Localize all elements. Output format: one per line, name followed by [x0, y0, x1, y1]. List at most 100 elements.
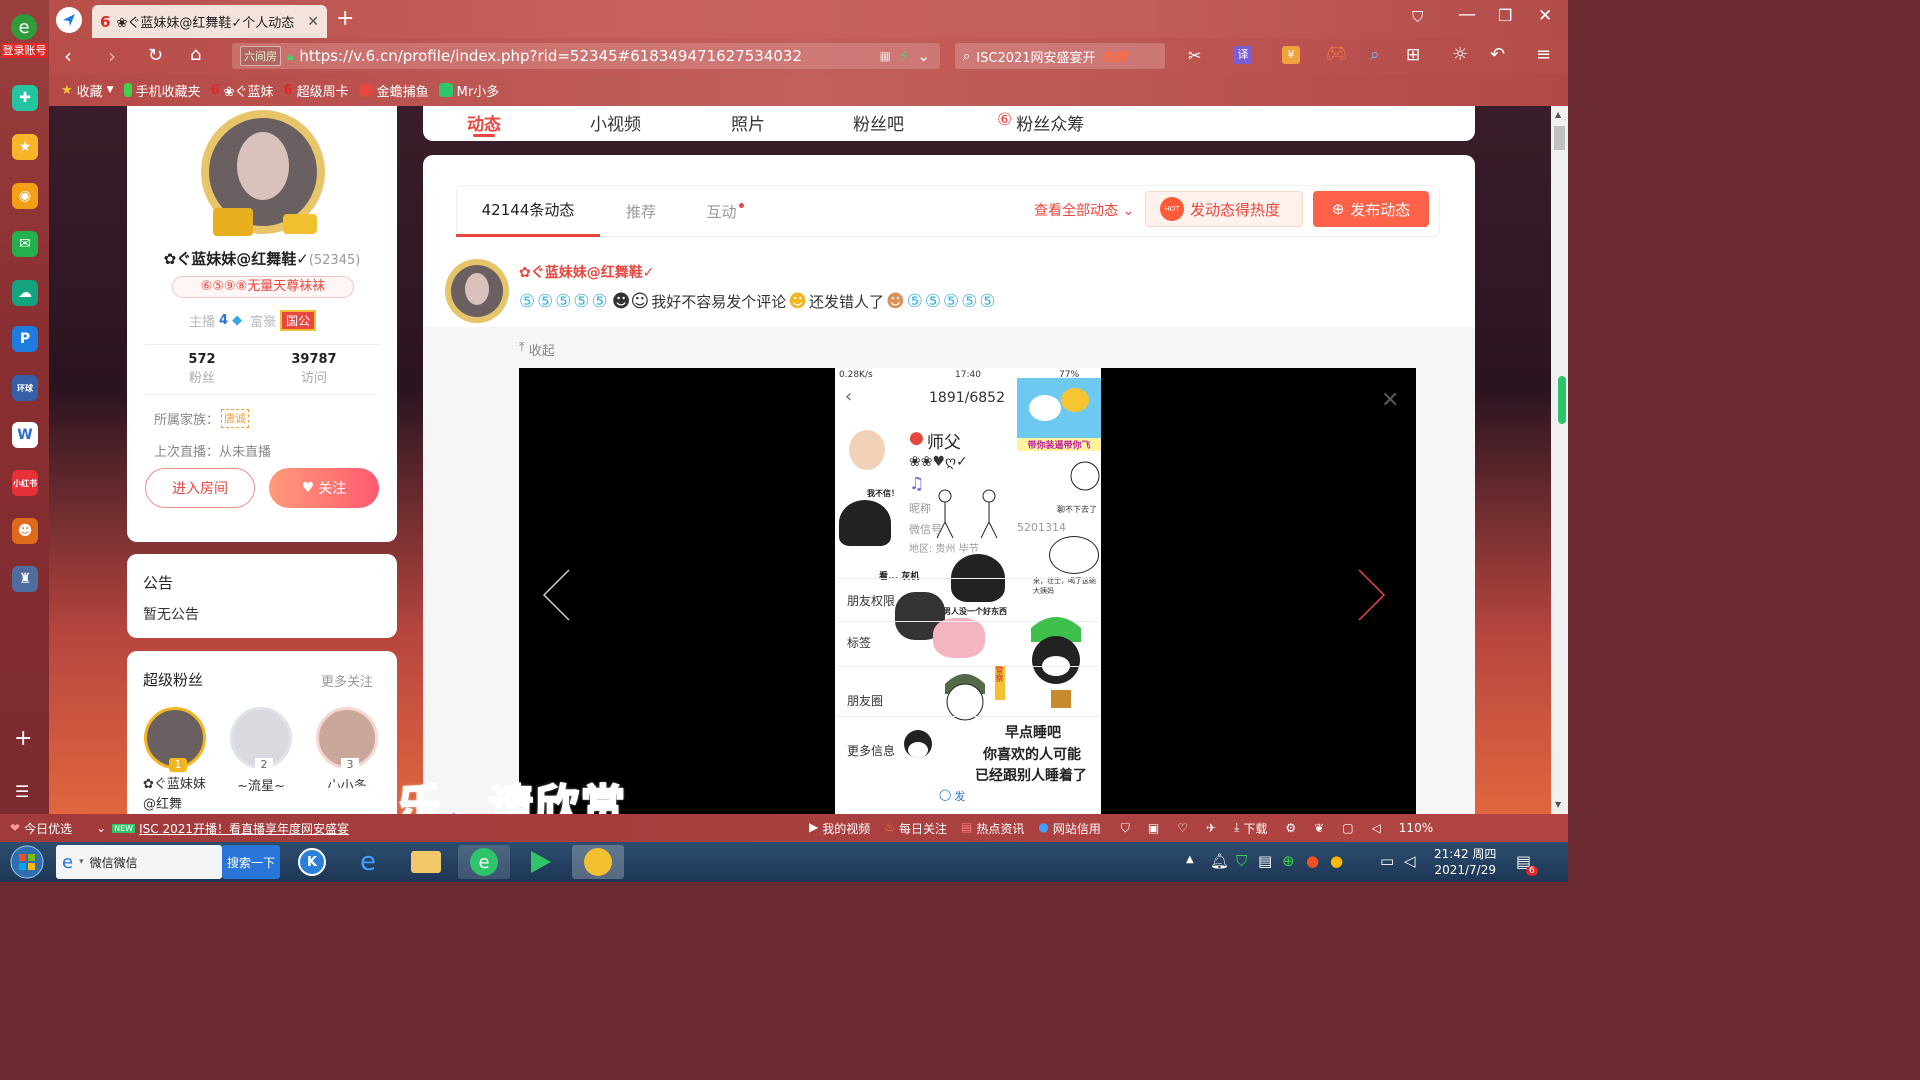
shop-icon[interactable]: 小红书	[12, 470, 38, 496]
back-button[interactable]: ‹	[64, 44, 72, 68]
today-picks[interactable]: 今日优选	[24, 820, 72, 837]
cloud-icon[interactable]: ☁	[12, 280, 38, 306]
taskbar-ie-icon[interactable]: e	[344, 845, 392, 879]
status-download[interactable]: ⤓ 下载	[1234, 820, 1267, 837]
fan-item[interactable]: 2 ~流星~	[229, 707, 293, 794]
fan-item[interactable]: 1 ✿ぐ蓝妹妹@红舞	[143, 707, 207, 814]
tab-crowdfunding[interactable]: ⑥ 粉丝众筹	[997, 110, 1084, 135]
tray-doc-icon[interactable]: ▤	[1258, 852, 1272, 870]
post-author[interactable]: ✿ぐ蓝妹妹@红舞鞋✓	[519, 262, 654, 282]
favorites-item[interactable]: 6 ❀ぐ蓝妹	[211, 81, 274, 100]
tab-photos[interactable]: 照片	[731, 110, 765, 135]
enter-room-button[interactable]: 进入房间	[145, 468, 255, 508]
game-app-icon[interactable]: 环球	[12, 375, 38, 401]
castle-icon[interactable]: ♜	[12, 566, 38, 592]
favorites-item[interactable]: 金蟾捕鱼	[358, 81, 429, 100]
taskbar-chat-icon[interactable]	[572, 845, 624, 879]
tray-expand-icon[interactable]: ▲	[1186, 854, 1194, 865]
game-icon[interactable]: ☻	[12, 518, 38, 544]
new-tab-button[interactable]: +	[336, 6, 354, 31]
volume-icon[interactable]: ◁	[1372, 821, 1381, 835]
qr-icon[interactable]: ▦	[880, 49, 891, 63]
hot-search-badge[interactable]: 热搜	[1102, 48, 1126, 65]
pin-icon[interactable]: ✈	[1206, 821, 1216, 835]
status-site-credit[interactable]: ● 网站信用	[1038, 820, 1101, 837]
close-tab-icon[interactable]: ✕	[307, 14, 319, 30]
url-text[interactable]: https://v.6.cn/profile/index.php?rid=523…	[299, 47, 802, 65]
forward-button[interactable]: ›	[108, 44, 116, 68]
chevron-down-icon[interactable]: ⌄	[96, 821, 106, 835]
phone-screenshot[interactable]: 0.28K/s 17:40 77% ‹ 1891/6852 带你装逼带你飞 ● 师…	[835, 368, 1101, 814]
gamepad-icon[interactable]: 🎮︎	[1326, 44, 1348, 64]
favorites-item[interactable]: ★ 收藏 ▼	[61, 81, 114, 100]
restore-button[interactable]: ❐	[1498, 6, 1512, 25]
boost-button[interactable]: HOT 发动态得热度	[1145, 191, 1303, 227]
p-app-icon[interactable]: P	[12, 326, 38, 352]
translate-icon[interactable]: 译	[1234, 46, 1252, 64]
navigation-icon[interactable]	[56, 7, 82, 33]
follow-button[interactable]: ♥ 关注	[269, 468, 379, 508]
star-icon[interactable]: ★	[12, 134, 38, 160]
page-scrollbar[interactable]: ▲ ▼	[1551, 106, 1568, 814]
leaf-icon[interactable]: ❦	[1314, 821, 1324, 835]
view-all-dynamics[interactable]: 查看全部动态 ⌄	[1034, 200, 1134, 220]
taskbar-app-k[interactable]: K	[288, 845, 336, 879]
tray-shield-icon[interactable]: ⛉	[1236, 852, 1247, 870]
menu-icon[interactable]: ≡	[1536, 44, 1551, 65]
home-button[interactable]: ⌂	[190, 44, 201, 65]
window-icon[interactable]: ▢	[1342, 821, 1353, 835]
tab-current[interactable]: 6 ❀ぐ蓝妹妹@红舞鞋✓个人动态 ✕	[92, 5, 327, 38]
more-follows-link[interactable]: 更多关注	[321, 671, 373, 690]
settings-icon[interactable]: ⚙	[1285, 821, 1296, 835]
side-handle[interactable]	[1558, 376, 1566, 424]
plus-app-icon[interactable]: ✚	[12, 85, 38, 111]
image-icon[interactable]: ▣	[1148, 821, 1159, 835]
tab-recommend[interactable]: 推荐	[600, 185, 682, 237]
status-hot-news[interactable]: ▤ 热点资讯	[961, 820, 1024, 837]
post-avatar[interactable]	[445, 259, 509, 323]
tab-dynamics[interactable]: 动态	[467, 110, 501, 135]
shirt-icon[interactable]: ⛉	[1412, 8, 1423, 26]
shield-icon[interactable]: ⛉	[1121, 821, 1130, 836]
favorites-item[interactable]: 手机收藏夹	[123, 81, 201, 100]
collapse-button[interactable]: ⤒ 收起	[519, 340, 555, 359]
taskbar-folder-icon[interactable]	[402, 845, 450, 879]
tray-volume-icon[interactable]: ◁	[1404, 852, 1416, 870]
family-badge[interactable]: 唐诚	[221, 409, 250, 428]
tray-qq2-icon[interactable]: ●	[1330, 852, 1343, 870]
tab-short-video[interactable]: 小视频	[590, 110, 641, 135]
add-icon[interactable]: +	[14, 726, 32, 751]
favorites-item[interactable]: 6 超级周卡	[284, 81, 349, 100]
refresh-button[interactable]: ↻	[148, 45, 163, 66]
clock[interactable]: 21:42 周四 2021/7/29	[1434, 846, 1496, 878]
tray-plus-icon[interactable]: ⊕	[1282, 852, 1295, 870]
address-bar[interactable]: 六间房 🔒︎ https://v.6.cn/profile/index.php?…	[232, 43, 940, 69]
tab-interact[interactable]: 互动	[684, 185, 766, 237]
tab-fan-bar[interactable]: 粉丝吧	[853, 110, 904, 135]
next-arrow-icon[interactable]	[1357, 568, 1387, 626]
search-box[interactable]: ⌕ ISC2021网安盛宴开 热搜	[955, 43, 1165, 69]
tab-all-dynamics[interactable]: 42144条动态	[456, 185, 600, 237]
close-icon[interactable]: ✕	[1381, 388, 1399, 413]
word-icon[interactable]: W	[12, 422, 38, 448]
zoom-level[interactable]: 110%	[1399, 821, 1433, 835]
mail-icon[interactable]: ✉	[12, 231, 38, 257]
browser-logo-icon[interactable]: e	[6, 12, 42, 42]
lightning-icon[interactable]: ⚡	[899, 47, 910, 65]
taskbar-browser-icon[interactable]: e	[458, 845, 510, 879]
minimize-button[interactable]: —	[1458, 4, 1476, 25]
scroll-thumb[interactable]	[1554, 126, 1565, 150]
favorites-item[interactable]: Mr小多	[438, 81, 499, 100]
tray-bell-icon[interactable]: 🔔︎	[1210, 852, 1229, 870]
taskbar-search-button[interactable]: 搜索一下	[222, 845, 280, 879]
avatar[interactable]	[191, 106, 335, 250]
publish-button[interactable]: ⊕ 发布动态	[1313, 191, 1429, 227]
start-button[interactable]	[4, 842, 50, 882]
taskbar-search-input[interactable]: e ▾ 微信微信	[56, 845, 222, 879]
menu-icon[interactable]: ☰	[15, 782, 29, 801]
prev-arrow-icon[interactable]	[541, 568, 571, 626]
scissors-icon[interactable]: ✂	[1188, 46, 1201, 65]
grid-icon[interactable]: ⊞	[1406, 45, 1420, 65]
undo-icon[interactable]: ↶	[1490, 44, 1505, 65]
weibo-icon[interactable]: ◉	[12, 183, 38, 209]
